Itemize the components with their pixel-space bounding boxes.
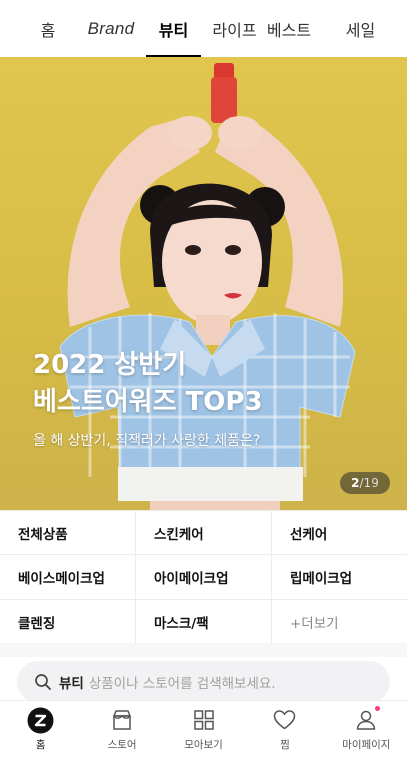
top-tab-bar: 홈 Brand 뷰티 라이프 베스트 세일 [0,0,407,57]
category-skincare[interactable]: 스킨케어 [136,511,272,555]
category-eye-makeup[interactable]: 아이메이크업 [136,555,272,600]
tab-life[interactable]: 라이프 [205,0,264,57]
nav-home-label: 홈 [35,739,46,751]
category-lip-makeup[interactable]: 립메이크업 [272,555,407,600]
nav-wishlist[interactable]: 찜 [244,701,325,760]
store-icon [108,706,136,734]
pager-total: /19 [359,476,379,490]
heart-icon [271,706,299,734]
nav-collection-label: 모아보기 [184,739,223,751]
banner-page-indicator: 2/19 [340,472,390,494]
nav-collection[interactable]: 모아보기 [163,701,244,760]
category-base-makeup[interactable]: 베이스메이크업 [0,555,136,600]
nav-mypage-label: 마이페이지 [342,739,391,751]
category-more-button[interactable]: +더보기 [272,600,407,644]
search-icon [35,674,51,690]
search-placeholder: 상품이나 스토어를 검색해보세요. [88,676,276,692]
pager-current: 2 [351,476,360,490]
tab-brand[interactable]: Brand [88,0,135,57]
category-suncare[interactable]: 선케어 [272,511,407,555]
tab-beauty[interactable]: 뷰티 [142,0,205,57]
category-all-products[interactable]: 전체상품 [0,511,136,555]
nav-mypage[interactable]: 마이페이지 [326,701,407,760]
hero-title-line-2: 베스트어워즈 TOP3 [33,387,263,417]
nav-home[interactable]: 홈 [0,701,81,760]
search-input[interactable]: 뷰티 상품이나 스토어를 검색해보세요. [17,661,390,703]
hero-banner[interactable]: 2022 상반기 베스트어워즈 TOP3 올 해 상반기, 직잭러가 사랑한 제… [0,57,407,510]
nav-wishlist-label: 찜 [280,739,290,751]
tab-sale[interactable]: 세일 [314,0,407,57]
section-divider [0,643,407,657]
search-scope-label: 뷰티 [59,676,84,692]
zigzag-logo-icon [27,706,55,734]
notification-dot [375,706,381,711]
category-cleansing[interactable]: 클렌징 [0,600,136,644]
tab-home[interactable]: 홈 [0,0,96,57]
category-grid: 전체상품 스킨케어 선케어 베이스메이크업 아이메이크업 립메이크업 클렌징 마… [0,510,407,644]
hero-title-line-1: 2022 상반기 [33,350,187,380]
person-icon [352,706,381,734]
bottom-navigation: 홈 스토어 모아보기 찜 마이페이지 [0,700,407,760]
nav-store[interactable]: 스토어 [81,701,162,760]
hero-subtitle: 올 해 상반기, 직잭러가 사랑한 제품은? [33,433,261,449]
hero-title: 2022 상반기 베스트어워즈 TOP3 [33,347,263,421]
grid-icon [190,706,218,734]
category-mask-pack[interactable]: 마스크/팩 [136,600,272,644]
nav-store-label: 스토어 [107,739,137,751]
tab-best[interactable]: 베스트 [264,0,314,57]
